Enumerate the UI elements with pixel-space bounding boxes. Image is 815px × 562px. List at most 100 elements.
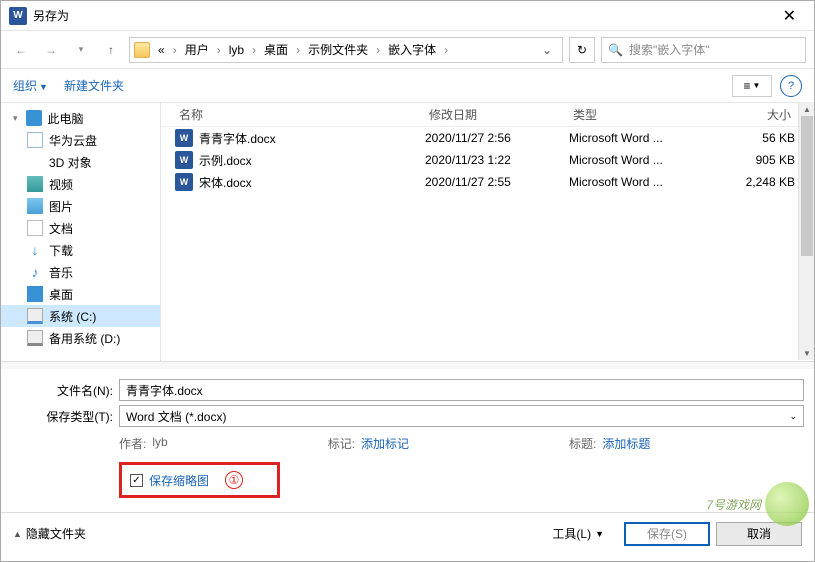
file-name: 示例.docx (199, 152, 425, 169)
down-icon: ↓ (27, 242, 43, 258)
word-file-icon: W (175, 173, 193, 191)
author-value[interactable]: lyb (152, 435, 167, 452)
pic-icon (27, 198, 43, 214)
word-file-icon: W (175, 151, 193, 169)
scroll-thumb[interactable] (801, 116, 813, 256)
save-thumbnail-checkbox[interactable]: ✓ (130, 474, 143, 487)
scroll-down-icon[interactable]: ▼ (799, 346, 815, 360)
col-name[interactable]: 名称 (175, 106, 425, 123)
col-size[interactable]: 大小 (705, 106, 795, 123)
filetype-label: 保存类型(T): (11, 408, 119, 425)
crumb[interactable]: lyb (225, 41, 248, 59)
file-size: 56 KB (705, 131, 795, 145)
sidebar-item-label: 3D 对象 (49, 154, 92, 171)
close-icon[interactable]: ✕ (773, 2, 806, 30)
address-dropdown-icon[interactable]: ⌄ (536, 43, 558, 57)
drive2-icon (27, 330, 43, 346)
tools-menu[interactable]: 工具(L)▼ (552, 525, 604, 542)
pc-icon (26, 110, 42, 126)
file-name: 青青字体.docx (199, 130, 425, 147)
filename-input[interactable]: 青青字体.docx (119, 379, 804, 401)
sidebar-item[interactable]: ↓ 下载 (1, 239, 160, 261)
col-date[interactable]: 修改日期 (425, 106, 569, 123)
annotation-1: ① (225, 471, 243, 489)
col-type[interactable]: 类型 (569, 106, 705, 123)
help-icon[interactable]: ? (780, 75, 802, 97)
crumb[interactable]: « (154, 41, 169, 59)
sidebar-item[interactable]: 桌面 (1, 283, 160, 305)
tags-value[interactable]: 添加标记 (361, 435, 409, 452)
sidebar-item[interactable]: 系统 (C:) (1, 305, 160, 327)
file-row[interactable]: W 示例.docx2020/11/23 1:22Microsoft Word ..… (161, 149, 814, 171)
nav-recent-icon[interactable]: ▾ (69, 38, 93, 62)
file-date: 2020/11/27 2:55 (425, 175, 569, 189)
new-folder-button[interactable]: 新建文件夹 (64, 77, 124, 94)
nav-up-icon[interactable]: ↑ (99, 38, 123, 62)
expand-icon[interactable]: ▾ (13, 113, 18, 124)
file-row[interactable]: W 青青字体.docx2020/11/27 2:56Microsoft Word … (161, 127, 814, 149)
file-row[interactable]: W 宋体.docx2020/11/27 2:55Microsoft Word ..… (161, 171, 814, 193)
search-icon: 🔍 (608, 43, 623, 57)
window-title: 另存为 (33, 7, 773, 24)
crumb[interactable]: 用户 (181, 39, 213, 60)
view-mode-button[interactable]: ≡▼ (732, 75, 772, 97)
file-size: 2,248 KB (705, 175, 795, 189)
cancel-button[interactable]: 取消 (716, 522, 802, 546)
title-value[interactable]: 添加标题 (602, 435, 650, 452)
sidebar-item[interactable]: 图片 (1, 195, 160, 217)
music-icon: ♪ (27, 264, 43, 280)
sidebar-item-label: 备用系统 (D:) (49, 330, 120, 347)
sidebar-item-label: 系统 (C:) (49, 308, 96, 325)
author-label: 作者: (119, 435, 146, 452)
scroll-up-icon[interactable]: ▲ (799, 102, 815, 116)
hide-folders-button[interactable]: ▲隐藏文件夹 (13, 525, 86, 542)
save-thumbnail-highlight: ✓ 保存缩略图 ① (119, 462, 280, 498)
folder-icon (134, 42, 150, 58)
file-type: Microsoft Word ... (569, 131, 705, 145)
sidebar-item-label: 视频 (49, 176, 73, 193)
sidebar-item[interactable]: ▾ 此电脑 (1, 107, 160, 129)
drive-icon (27, 308, 43, 324)
sidebar-item[interactable]: 视频 (1, 173, 160, 195)
sidebar-item[interactable]: 备用系统 (D:) (1, 327, 160, 349)
sidebar-item-label: 文档 (49, 220, 73, 237)
file-list: 名称 修改日期 类型 大小 W青青字体.docx2020/11/27 2:56M… (161, 103, 814, 361)
threed-icon (27, 154, 43, 170)
sidebar-item-label: 华为云盘 (49, 132, 97, 149)
file-date: 2020/11/27 2:56 (425, 131, 569, 145)
search-input[interactable]: 🔍 搜索"嵌入字体" (601, 37, 806, 63)
search-placeholder: 搜索"嵌入字体" (629, 41, 710, 58)
organize-menu[interactable]: 组织▼ (13, 77, 48, 94)
refresh-icon[interactable]: ↻ (569, 37, 595, 63)
nav-back-icon[interactable]: ← (9, 38, 33, 62)
file-date: 2020/11/23 1:22 (425, 153, 569, 167)
file-type: Microsoft Word ... (569, 175, 705, 189)
sidebar-item-label: 音乐 (49, 264, 73, 281)
sidebar-scrollbar[interactable]: ▲ ▼ (798, 102, 814, 360)
title-label: 标题: (569, 435, 596, 452)
sidebar-item-label: 此电脑 (48, 110, 84, 127)
file-type: Microsoft Word ... (569, 153, 705, 167)
sidebar-item-label: 桌面 (49, 286, 73, 303)
video-icon (27, 176, 43, 192)
crumb[interactable]: 嵌入字体 (384, 39, 440, 60)
crumb[interactable]: 示例文件夹 (304, 39, 372, 60)
save-button[interactable]: 保存(S) (624, 522, 710, 546)
sidebar: ▾ 此电脑华为云盘 3D 对象视频图片文档 ↓ 下载 ♪ 音乐桌面系统 (C:) 备用系统 (… (1, 103, 161, 361)
word-app-icon: W (9, 7, 27, 25)
word-file-icon: W (175, 129, 193, 147)
sidebar-item[interactable]: 华为云盘 (1, 129, 160, 151)
crumb[interactable]: 桌面 (260, 39, 292, 60)
cloud-icon (27, 132, 43, 148)
doc-icon (27, 220, 43, 236)
sidebar-item-label: 图片 (49, 198, 73, 215)
sidebar-item[interactable]: 文档 (1, 217, 160, 239)
filename-label: 文件名(N): (11, 382, 119, 399)
address-bar[interactable]: «› 用户› lyb› 桌面› 示例文件夹› 嵌入字体› ⌄ (129, 37, 563, 63)
save-thumbnail-label[interactable]: 保存缩略图 (149, 472, 209, 489)
file-name: 宋体.docx (199, 174, 425, 191)
sidebar-item-label: 下载 (49, 242, 73, 259)
filetype-select[interactable]: Word 文档 (*.docx)⌄ (119, 405, 804, 427)
sidebar-item[interactable]: 3D 对象 (1, 151, 160, 173)
sidebar-item[interactable]: ♪ 音乐 (1, 261, 160, 283)
